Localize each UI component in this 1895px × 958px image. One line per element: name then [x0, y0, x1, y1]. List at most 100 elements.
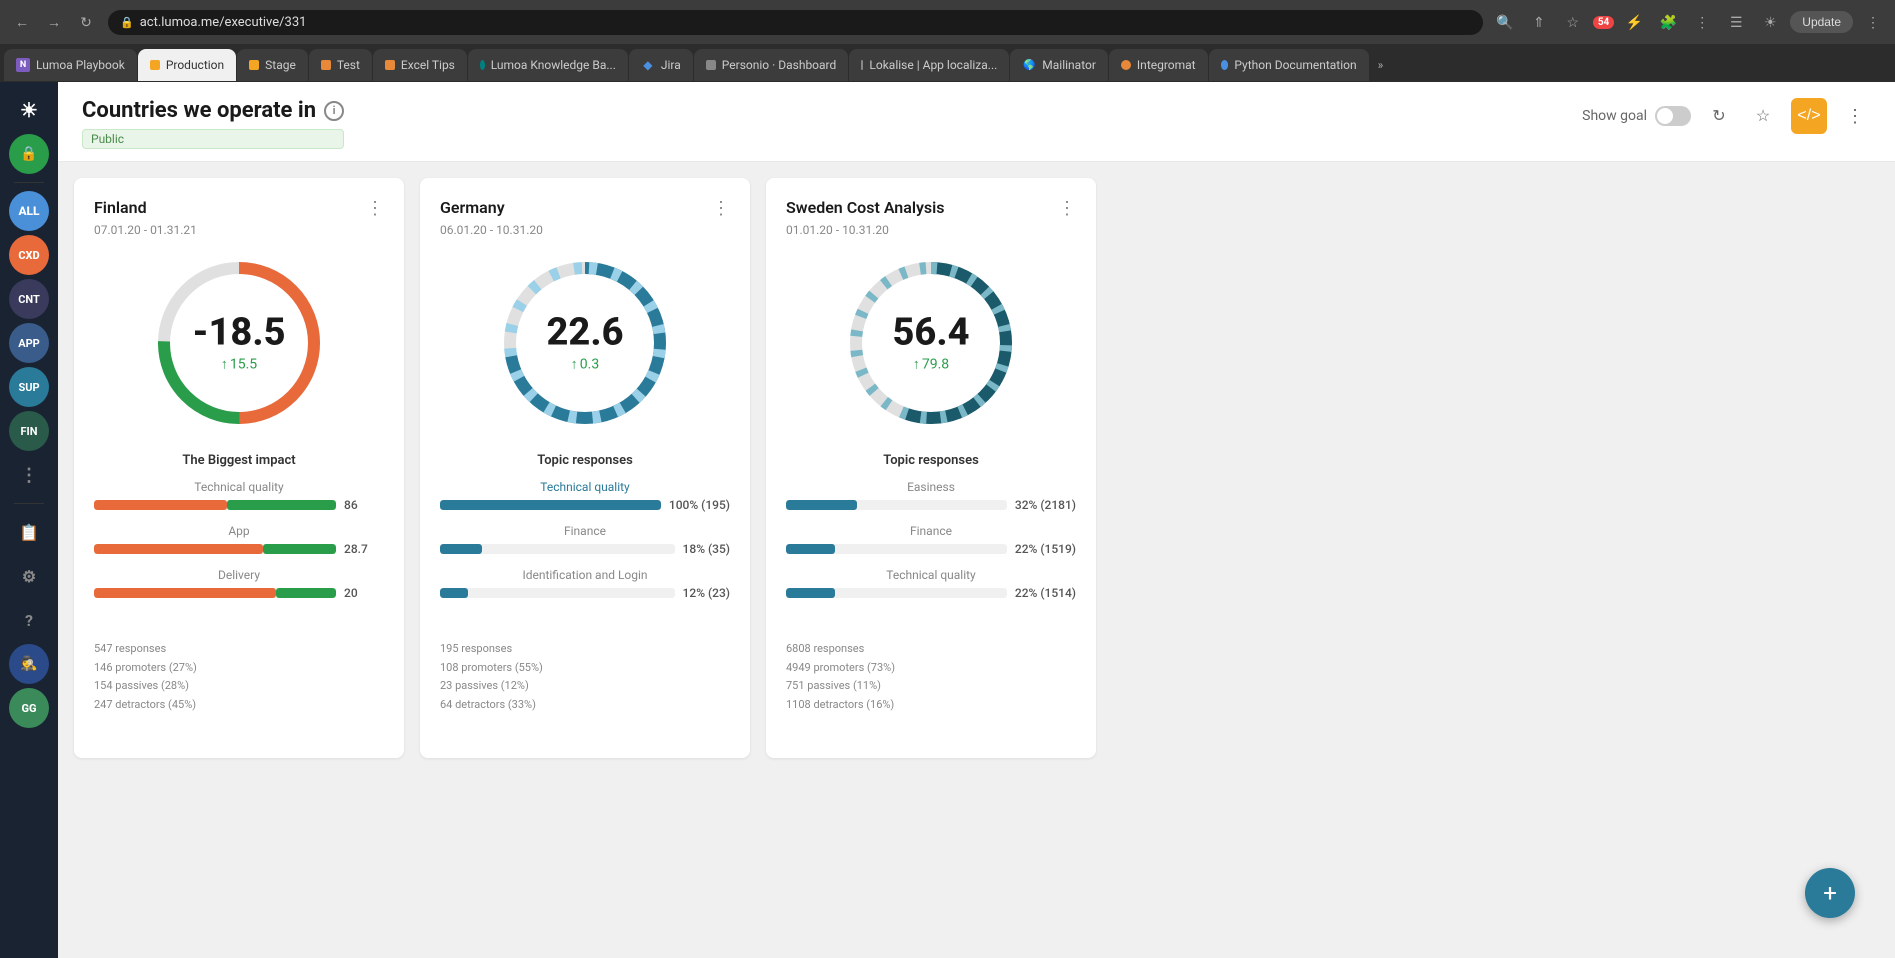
bookmark-button[interactable]: ☆	[1559, 8, 1587, 36]
more-options-header-button[interactable]: ⋮	[1839, 100, 1871, 132]
notification-badge: 54	[1593, 16, 1614, 29]
tab-stage[interactable]: Stage	[237, 49, 308, 81]
info-icon[interactable]: i	[324, 101, 344, 121]
tab-test[interactable]: Test	[309, 49, 372, 81]
finland-section-title: The Biggest impact	[94, 453, 384, 468]
germany-topic-2-value: 18% (35)	[683, 542, 730, 556]
germany-topic-3-value: 12% (23)	[683, 586, 730, 600]
sidebar-lock-icon[interactable]: 🔒	[9, 134, 49, 174]
tab-python[interactable]: Python Documentation	[1209, 49, 1369, 81]
sidebar-help-icon[interactable]: ?	[9, 600, 49, 640]
finland-topic-1-bar-red	[94, 500, 227, 510]
sweden-stat-1: 6808 responses	[786, 640, 1076, 659]
tab-favicon-kb	[480, 60, 485, 70]
refresh-button[interactable]: ↻	[1703, 100, 1735, 132]
sweden-menu[interactable]: ⋮	[1058, 198, 1076, 219]
germany-menu[interactable]: ⋮	[712, 198, 730, 219]
finland-trend: ↑ 15.5	[192, 356, 285, 373]
finland-topic-2-bar-green	[263, 544, 336, 554]
germany-date: 06.01.20 - 10.31.20	[440, 223, 730, 237]
sidebar-reports-icon[interactable]: 📋	[9, 512, 49, 552]
germany-topic-3: Identification and Login 12% (23)	[440, 568, 730, 600]
tab-favicon-python	[1221, 60, 1229, 70]
finland-menu[interactable]: ⋮	[366, 198, 384, 219]
visibility-badge: Public	[82, 129, 344, 149]
page-title-text: Countries we operate in	[82, 98, 316, 123]
tab-lokalise[interactable]: Lokalise | App localiza...	[849, 49, 1009, 81]
tab-favicon-integromat	[1121, 60, 1131, 70]
germany-card-header: Germany ⋮	[440, 198, 730, 219]
tab-favicon-mailinator: 🌎	[1022, 58, 1036, 72]
tab-mailinator[interactable]: 🌎 Mailinator	[1010, 49, 1108, 81]
germany-topic-1-name: Technical quality	[440, 480, 730, 494]
tab-label-lumoa: Lumoa Playbook	[36, 58, 125, 72]
sidebar-item-fin[interactable]: FIN	[9, 411, 49, 451]
sidebar-item-app[interactable]: APP	[9, 323, 49, 363]
share-browser-button[interactable]: ⇑	[1525, 8, 1553, 36]
menu-button[interactable]: ⋮	[1688, 8, 1716, 36]
tab-jira[interactable]: ◆ Jira	[629, 49, 693, 81]
tab-label-jira: Jira	[661, 58, 681, 72]
forward-button[interactable]: →	[40, 8, 68, 36]
tab-excel[interactable]: Excel Tips	[373, 49, 467, 81]
sidebar-sun-icon[interactable]: ☀	[9, 90, 49, 130]
share-button[interactable]: </>	[1791, 98, 1827, 134]
tab-integromat[interactable]: Integromat	[1109, 49, 1208, 81]
tab-lumoa-playbook[interactable]: N Lumoa Playbook	[4, 49, 137, 81]
sidebar-mask-icon[interactable]: 🕵	[9, 644, 49, 684]
sweden-topic-1-bar-row: 32% (2181)	[786, 498, 1076, 512]
tab-production[interactable]: Production	[138, 49, 236, 81]
tab-label-test: Test	[337, 58, 360, 72]
finland-topic-3-bar-row: 20	[94, 586, 384, 600]
germany-stats: 195 responses 108 promoters (55%) 23 pas…	[440, 640, 730, 715]
finland-topic-2-bar-row: 28.7	[94, 542, 384, 556]
browser-actions: 🔍 ⇑ ☆ 54 ⚡ 🧩 ⋮ ☰ ☀ Update ⋮	[1491, 8, 1887, 36]
address-bar[interactable]: 🔒 act.lumoa.me/executive/331	[108, 10, 1483, 35]
show-goal-toggle[interactable]	[1655, 106, 1691, 126]
tab-lumoa-kb[interactable]: Lumoa Knowledge Ba...	[468, 49, 628, 81]
sweden-card: Sweden Cost Analysis ⋮ 01.01.20 - 10.31.…	[766, 178, 1096, 758]
germany-topic-3-bar-row: 12% (23)	[440, 586, 730, 600]
sidebar-item-cnt[interactable]: CNT	[9, 279, 49, 319]
reload-button[interactable]: ↻	[72, 8, 100, 36]
sun-browser-icon[interactable]: ☀	[1756, 8, 1784, 36]
germany-trend-arrow: ↑	[571, 356, 578, 373]
sweden-topic-1: Easiness 32% (2181)	[786, 480, 1076, 512]
sidebar-item-gg[interactable]: GG	[9, 688, 49, 728]
germany-topic-2-bar-row: 18% (35)	[440, 542, 730, 556]
sweden-gauge-value: 56.4 ↑ 79.8	[892, 314, 969, 373]
tab-favicon-personio	[706, 60, 716, 70]
tab-label-stage: Stage	[265, 58, 296, 72]
sidebar-toggle[interactable]: ☰	[1722, 8, 1750, 36]
header-actions: Show goal ↻ ☆ </> ⋮	[1582, 98, 1871, 134]
sidebar-more-dots[interactable]: ⋮	[9, 455, 49, 495]
sidebar-item-sup[interactable]: SUP	[9, 367, 49, 407]
extension-button[interactable]: ⚡	[1620, 8, 1648, 36]
tab-label-lokalise: Lokalise | App localiza...	[869, 58, 997, 72]
show-goal-label: Show goal	[1582, 108, 1647, 124]
tab-personio[interactable]: Personio · Dashboard	[694, 49, 848, 81]
tabs-more-button[interactable]: »	[1370, 58, 1392, 72]
finland-topic-1-bar-bg	[94, 500, 336, 510]
tab-favicon-lokalise	[861, 60, 863, 70]
germany-topic-2: Finance 18% (35)	[440, 524, 730, 556]
tab-label-kb: Lumoa Knowledge Ba...	[491, 58, 616, 72]
finland-card: Finland ⋮ 07.01.20 - 01.31.21 -18.5	[74, 178, 404, 758]
germany-topic-1-bar-bg	[440, 500, 661, 510]
more-options-button[interactable]: ⋮	[1859, 8, 1887, 36]
search-button[interactable]: 🔍	[1491, 8, 1519, 36]
fab-button[interactable]: +	[1805, 868, 1855, 918]
back-button[interactable]: ←	[8, 8, 36, 36]
germany-topic-2-name: Finance	[440, 524, 730, 538]
sidebar-settings-icon[interactable]: ⚙	[9, 556, 49, 596]
browser-chrome: ← → ↻ 🔒 act.lumoa.me/executive/331 🔍 ⇑ ☆…	[0, 0, 1895, 82]
update-button[interactable]: Update	[1790, 11, 1853, 33]
puzzle-button[interactable]: 🧩	[1654, 8, 1682, 36]
sidebar-item-all[interactable]: ALL	[9, 191, 49, 231]
sweden-topic-2-name: Finance	[786, 524, 1076, 538]
page-title-section: Countries we operate in i Public	[82, 98, 344, 149]
sidebar-item-cxd[interactable]: CXD	[9, 235, 49, 275]
star-button[interactable]: ☆	[1747, 100, 1779, 132]
germany-title: Germany	[440, 198, 505, 217]
germany-stat-2: 108 promoters (55%)	[440, 659, 730, 678]
